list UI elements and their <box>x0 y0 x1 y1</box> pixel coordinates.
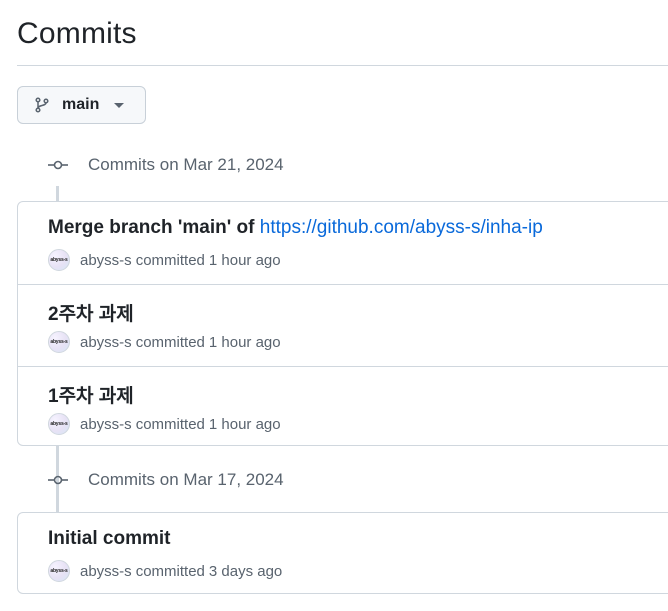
avatar[interactable]: abyss-s <box>48 249 70 271</box>
commit-group-header: Commits on Mar 21, 2024 <box>48 154 284 176</box>
commit-action: committed <box>135 415 205 433</box>
commit-time[interactable]: 3 days ago <box>209 563 282 580</box>
commit-list: Initial commit abyss-s abyss-s committed… <box>17 512 668 594</box>
title-divider <box>17 65 668 66</box>
git-branch-icon <box>34 97 50 113</box>
timeline-line <box>56 186 59 202</box>
commit-meta: abyss-s abyss-s committed 1 hour ago <box>48 331 281 353</box>
commit-title[interactable]: 2주차 과제 <box>48 299 134 326</box>
group-date: Commits on Mar 17, 2024 <box>88 470 284 489</box>
commit-action: committed <box>135 333 205 351</box>
avatar[interactable]: abyss-s <box>48 413 70 435</box>
commit-time[interactable]: 1 hour ago <box>209 334 281 351</box>
commit-row: Merge branch 'main' of https://github.co… <box>18 202 668 284</box>
commit-time[interactable]: 1 hour ago <box>209 252 281 269</box>
branch-selector-button[interactable]: main <box>17 86 146 124</box>
git-commit-icon <box>48 158 68 172</box>
commit-author[interactable]: abyss-s <box>80 252 132 269</box>
commit-title[interactable]: 1주차 과제 <box>48 381 134 408</box>
commit-row: 1주차 과제 abyss-s abyss-s committed 1 hour … <box>18 366 668 445</box>
commit-list: Merge branch 'main' of https://github.co… <box>17 201 668 446</box>
commit-row: 2주차 과제 abyss-s abyss-s committed 1 hour … <box>18 284 668 366</box>
commit-title[interactable]: Merge branch 'main' of https://github.co… <box>48 217 543 239</box>
commit-title-link[interactable]: https://github.com/abyss-s/inha-ip <box>260 217 543 238</box>
commit-group-header: Commits on Mar 17, 2024 <box>48 469 284 491</box>
commit-meta: abyss-s abyss-s committed 1 hour ago <box>48 413 281 435</box>
git-commit-icon <box>48 473 68 487</box>
branch-label: main <box>62 96 100 113</box>
commit-title[interactable]: Initial commit <box>48 528 170 550</box>
commit-meta: abyss-s abyss-s committed 1 hour ago <box>48 249 281 271</box>
commit-action: committed <box>135 562 205 580</box>
triangle-down-icon <box>114 102 125 108</box>
group-date: Commits on Mar 21, 2024 <box>88 155 284 174</box>
commit-time[interactable]: 1 hour ago <box>209 416 281 433</box>
avatar[interactable]: abyss-s <box>48 560 70 582</box>
commit-author[interactable]: abyss-s <box>80 416 132 433</box>
commit-title-text: Merge branch 'main' of <box>48 217 260 238</box>
commit-row: Initial commit abyss-s abyss-s committed… <box>18 513 668 593</box>
avatar[interactable]: abyss-s <box>48 331 70 353</box>
commit-meta: abyss-s abyss-s committed 3 days ago <box>48 560 282 582</box>
commit-author[interactable]: abyss-s <box>80 334 132 351</box>
page-title: Commits <box>17 17 137 50</box>
commit-action: committed <box>135 251 205 269</box>
commit-author[interactable]: abyss-s <box>80 563 132 580</box>
